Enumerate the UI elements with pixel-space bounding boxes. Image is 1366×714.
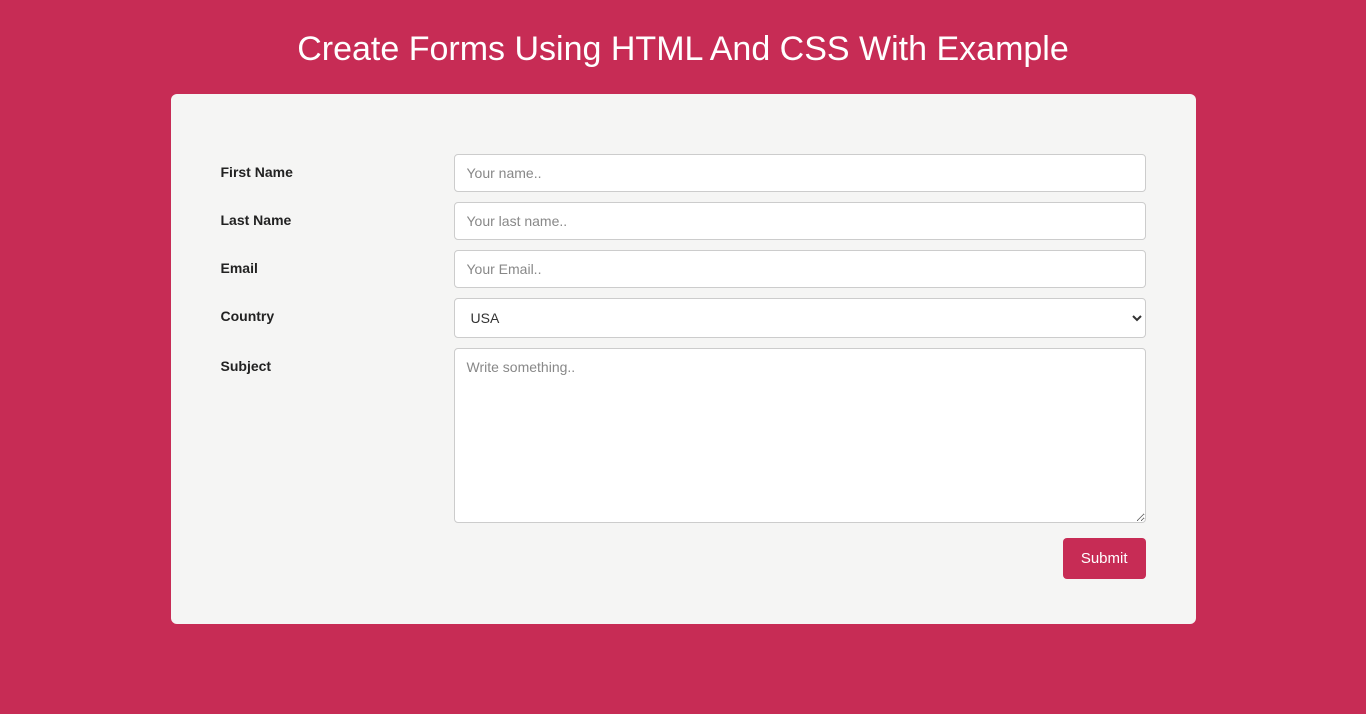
form-row-email: Email — [221, 250, 1146, 288]
subject-label: Subject — [221, 358, 272, 374]
page-title: Create Forms Using HTML And CSS With Exa… — [0, 0, 1366, 94]
subject-textarea[interactable] — [454, 348, 1146, 523]
email-label: Email — [221, 260, 258, 276]
form-container: First Name Last Name Email Country USA — [171, 94, 1196, 624]
lname-label: Last Name — [221, 212, 292, 228]
country-select[interactable]: USA — [454, 298, 1146, 338]
fname-label: First Name — [221, 164, 293, 180]
lname-input[interactable] — [454, 202, 1146, 240]
email-input[interactable] — [454, 250, 1146, 288]
submit-row: Submit — [221, 538, 1146, 579]
fname-input[interactable] — [454, 154, 1146, 192]
form-row-subject: Subject — [221, 348, 1146, 528]
country-label: Country — [221, 308, 275, 324]
submit-button[interactable]: Submit — [1063, 538, 1146, 579]
form-row-country: Country USA — [221, 298, 1146, 338]
form-row-lname: Last Name — [221, 202, 1146, 240]
form-row-fname: First Name — [221, 154, 1146, 192]
